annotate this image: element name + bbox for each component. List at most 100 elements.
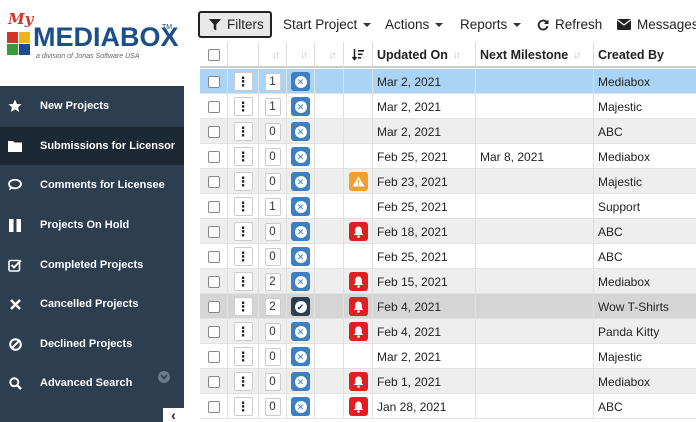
kebab-menu-icon[interactable]: ⋮ xyxy=(233,122,253,141)
sidebar-item-completed[interactable]: Completed Projects xyxy=(0,246,184,284)
header-flag-sort[interactable]: ↓↑ xyxy=(315,42,344,68)
kebab-menu-icon[interactable]: ⋮ xyxy=(233,197,253,216)
table-row[interactable]: ⋮ 1 ✕ Mar 2, 2021 Majestic xyxy=(200,94,696,119)
bell-icon[interactable] xyxy=(348,272,368,291)
status-icon[interactable]: ✕ xyxy=(291,147,310,166)
refresh-button[interactable]: Refresh xyxy=(537,11,602,38)
row-checkbox[interactable] xyxy=(207,325,220,338)
header-alert-sort[interactable] xyxy=(344,42,373,68)
bell-icon[interactable] xyxy=(348,372,368,391)
message-count-badge[interactable]: 0 xyxy=(264,222,281,241)
row-checkbox[interactable] xyxy=(207,225,220,238)
warning-icon[interactable] xyxy=(348,172,368,191)
header-count-sort[interactable]: ↓↑ xyxy=(259,42,287,68)
kebab-menu-icon[interactable]: ⋮ xyxy=(233,372,253,391)
sidebar-item-declined[interactable]: Declined Projects xyxy=(0,325,184,363)
row-checkbox[interactable] xyxy=(207,125,220,138)
kebab-menu-icon[interactable]: ⋮ xyxy=(233,172,253,191)
bell-icon[interactable] xyxy=(348,322,368,341)
status-icon[interactable]: ✕ xyxy=(291,222,310,241)
status-icon[interactable]: ✕ xyxy=(291,172,310,191)
row-checkbox[interactable] xyxy=(207,275,220,288)
messages-button[interactable]: Messages xyxy=(617,11,696,38)
table-row[interactable]: ⋮ 0 ✕ Feb 23, 2021 Majestic xyxy=(200,169,696,194)
table-row[interactable]: ⋮ 1 ✕ Mar 2, 2021 Mediabox xyxy=(200,69,696,94)
filters-button[interactable]: Filters xyxy=(198,11,272,38)
status-icon[interactable]: ✕ xyxy=(291,247,310,266)
start-project-dropdown[interactable]: Start Project xyxy=(283,11,372,38)
status-icon[interactable]: ✕ xyxy=(291,397,310,416)
message-count-badge[interactable]: 1 xyxy=(264,97,281,116)
table-row[interactable]: ⋮ 0 ✕ Feb 25, 2021 Mar 8, 2021 Mediabox xyxy=(200,144,696,169)
collapse-sidebar-button[interactable]: ‹ xyxy=(163,408,184,422)
bell-icon[interactable] xyxy=(348,397,368,416)
table-row[interactable]: ⋮ 0 ✕ Feb 25, 2021 ABC xyxy=(200,244,696,269)
table-row[interactable]: ⋮ 0 ✕ Feb 18, 2021 ABC xyxy=(200,219,696,244)
header-updated-on[interactable]: Updated On ↓↑ xyxy=(373,42,476,68)
sidebar-item-comments[interactable]: Comments for Licensee xyxy=(0,166,184,204)
row-checkbox[interactable] xyxy=(207,200,220,213)
status-icon[interactable]: ✕ xyxy=(291,72,310,91)
bell-icon[interactable] xyxy=(348,297,368,316)
kebab-menu-icon[interactable]: ⋮ xyxy=(233,97,253,116)
sidebar-item-on-hold[interactable]: Projects On Hold xyxy=(0,206,184,244)
message-count-badge[interactable]: 2 xyxy=(264,297,281,316)
status-icon[interactable]: ✕ xyxy=(291,197,310,216)
message-count-badge[interactable]: 1 xyxy=(264,72,281,91)
table-row[interactable]: ⋮ 1 ✕ Feb 25, 2021 Support xyxy=(200,194,696,219)
row-checkbox[interactable] xyxy=(207,150,220,163)
status-icon[interactable]: ✕ xyxy=(291,122,310,141)
row-checkbox[interactable] xyxy=(207,375,220,388)
message-count-badge[interactable]: 0 xyxy=(264,322,281,341)
actions-dropdown[interactable]: Actions xyxy=(385,11,444,38)
row-checkbox[interactable] xyxy=(207,350,220,363)
kebab-menu-icon[interactable]: ⋮ xyxy=(233,147,253,166)
sidebar-item-advanced-search[interactable]: Advanced Search xyxy=(0,364,184,402)
row-checkbox[interactable] xyxy=(207,250,220,263)
table-row[interactable]: ⋮ 2 ✕ Feb 15, 2021 Mediabox xyxy=(200,269,696,294)
table-row[interactable]: ⋮ 0 ✕ Feb 4, 2021 Panda Kitty xyxy=(200,319,696,344)
row-checkbox[interactable] xyxy=(207,400,220,413)
mediabox-logo[interactable]: My MEDIABOX TM a division of Jonas Softw… xyxy=(0,0,184,86)
message-count-badge[interactable]: 0 xyxy=(264,372,281,391)
kebab-menu-icon[interactable]: ⋮ xyxy=(233,272,253,291)
row-checkbox[interactable] xyxy=(207,300,220,313)
table-row[interactable]: ⋮ 0 ✕ Mar 2, 2021 ABC xyxy=(200,119,696,144)
kebab-menu-icon[interactable]: ⋮ xyxy=(233,322,253,341)
table-row[interactable]: ⋮ 2 ✔ Feb 4, 2021 Wow T-Shirts xyxy=(200,294,696,319)
message-count-badge[interactable]: 1 xyxy=(264,197,281,216)
status-icon[interactable]: ✕ xyxy=(291,272,310,291)
message-count-badge[interactable]: 0 xyxy=(264,397,281,416)
kebab-menu-icon[interactable]: ⋮ xyxy=(233,347,253,366)
select-all-checkbox[interactable] xyxy=(207,49,220,61)
kebab-menu-icon[interactable]: ⋮ xyxy=(233,72,253,91)
sidebar-item-submissions[interactable]: Submissions for Licensor xyxy=(0,127,184,165)
kebab-menu-icon[interactable]: ⋮ xyxy=(233,247,253,266)
kebab-menu-icon[interactable]: ⋮ xyxy=(233,397,253,416)
message-count-badge[interactable]: 0 xyxy=(264,122,281,141)
table-row[interactable]: ⋮ 0 ✕ Mar 2, 2021 Majestic xyxy=(200,344,696,369)
status-icon[interactable]: ✕ xyxy=(291,322,310,341)
row-checkbox[interactable] xyxy=(207,100,220,113)
sidebar-item-cancelled[interactable]: Cancelled Projects xyxy=(0,285,184,323)
status-icon[interactable]: ✕ xyxy=(291,97,310,116)
message-count-badge[interactable]: 0 xyxy=(264,347,281,366)
chevron-down-icon[interactable] xyxy=(158,371,170,383)
header-next-milestone[interactable]: Next Milestone ↓↑ xyxy=(476,42,594,68)
row-checkbox[interactable] xyxy=(207,75,220,88)
kebab-menu-icon[interactable]: ⋮ xyxy=(233,297,253,316)
reports-dropdown[interactable]: Reports xyxy=(460,11,522,38)
message-count-badge[interactable]: 2 xyxy=(264,272,281,291)
header-created-by[interactable]: Created By xyxy=(594,42,696,68)
row-checkbox[interactable] xyxy=(207,175,220,188)
message-count-badge[interactable]: 0 xyxy=(264,147,281,166)
table-row[interactable]: ⋮ 0 ✕ Feb 1, 2021 Mediabox xyxy=(200,369,696,394)
kebab-menu-icon[interactable]: ⋮ xyxy=(233,222,253,241)
status-icon[interactable]: ✕ xyxy=(291,347,310,366)
sidebar-item-new-projects[interactable]: New Projects xyxy=(0,87,184,125)
message-count-badge[interactable]: 0 xyxy=(264,247,281,266)
header-select-all[interactable] xyxy=(200,42,228,68)
header-status-sort[interactable]: ↓↑ xyxy=(287,42,315,68)
message-count-badge[interactable]: 0 xyxy=(264,172,281,191)
status-icon[interactable]: ✔ xyxy=(291,297,310,316)
